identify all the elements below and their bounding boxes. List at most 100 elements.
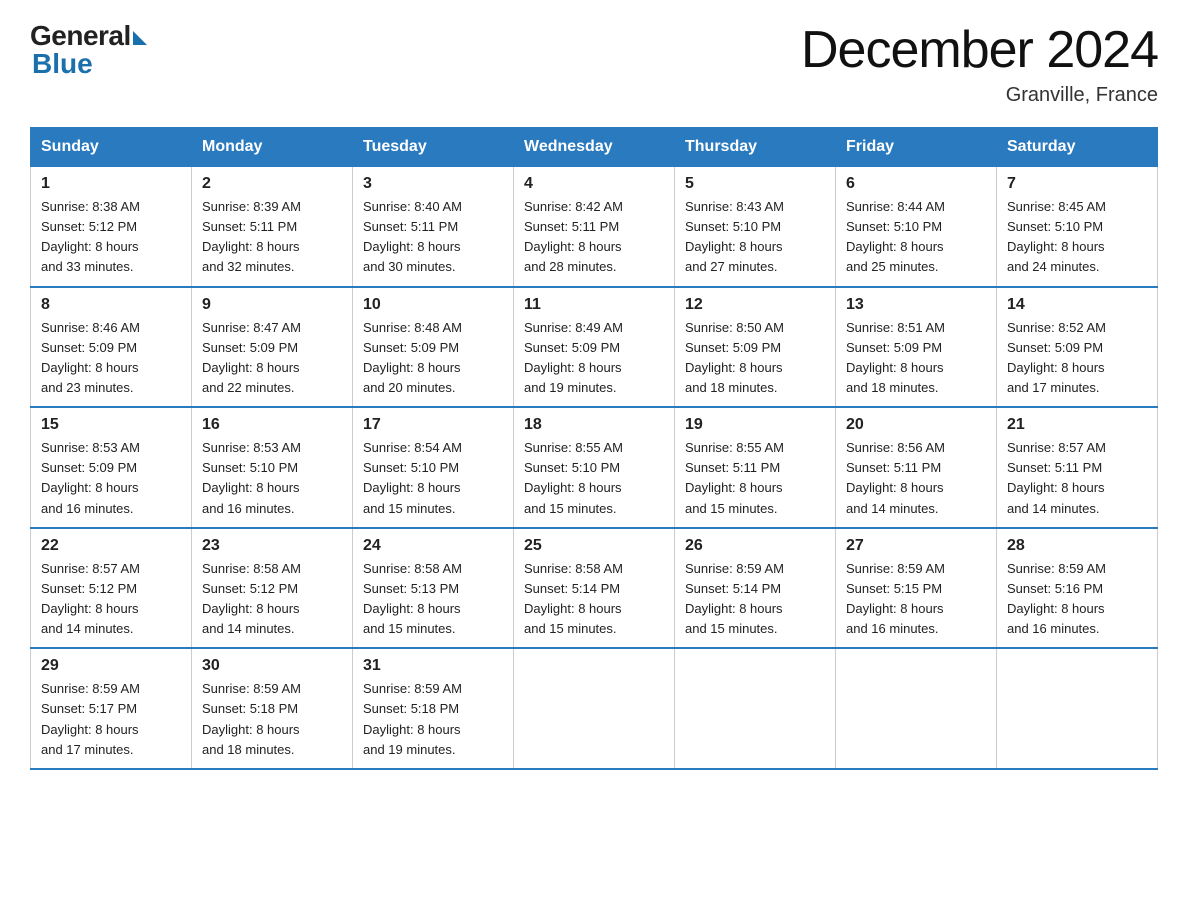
calendar-header-row: SundayMondayTuesdayWednesdayThursdayFrid… [31, 128, 1158, 167]
day-number: 24 [363, 537, 503, 555]
calendar-cell: 26 Sunrise: 8:59 AMSunset: 5:14 PMDaylig… [675, 528, 836, 649]
calendar-cell: 6 Sunrise: 8:44 AMSunset: 5:10 PMDayligh… [836, 167, 997, 287]
day-info: Sunrise: 8:54 AMSunset: 5:10 PMDaylight:… [363, 438, 503, 519]
calendar-cell: 30 Sunrise: 8:59 AMSunset: 5:18 PMDaylig… [192, 648, 353, 769]
logo-blue-text: Blue [32, 48, 93, 80]
day-number: 17 [363, 416, 503, 434]
header-friday: Friday [836, 128, 997, 167]
calendar-cell: 28 Sunrise: 8:59 AMSunset: 5:16 PMDaylig… [997, 528, 1158, 649]
day-info: Sunrise: 8:59 AMSunset: 5:18 PMDaylight:… [363, 679, 503, 760]
calendar-cell [836, 648, 997, 769]
day-number: 9 [202, 296, 342, 314]
day-number: 5 [685, 175, 825, 193]
calendar-cell: 31 Sunrise: 8:59 AMSunset: 5:18 PMDaylig… [353, 648, 514, 769]
calendar-cell: 18 Sunrise: 8:55 AMSunset: 5:10 PMDaylig… [514, 407, 675, 528]
calendar-cell: 17 Sunrise: 8:54 AMSunset: 5:10 PMDaylig… [353, 407, 514, 528]
day-number: 20 [846, 416, 986, 434]
calendar-cell [997, 648, 1158, 769]
calendar-cell: 12 Sunrise: 8:50 AMSunset: 5:09 PMDaylig… [675, 287, 836, 408]
day-info: Sunrise: 8:39 AMSunset: 5:11 PMDaylight:… [202, 197, 342, 278]
day-number: 10 [363, 296, 503, 314]
calendar-cell: 15 Sunrise: 8:53 AMSunset: 5:09 PMDaylig… [31, 407, 192, 528]
day-info: Sunrise: 8:46 AMSunset: 5:09 PMDaylight:… [41, 318, 181, 399]
day-number: 22 [41, 537, 181, 555]
calendar-cell: 7 Sunrise: 8:45 AMSunset: 5:10 PMDayligh… [997, 167, 1158, 287]
day-info: Sunrise: 8:42 AMSunset: 5:11 PMDaylight:… [524, 197, 664, 278]
calendar-cell: 21 Sunrise: 8:57 AMSunset: 5:11 PMDaylig… [997, 407, 1158, 528]
day-info: Sunrise: 8:51 AMSunset: 5:09 PMDaylight:… [846, 318, 986, 399]
day-number: 31 [363, 657, 503, 675]
header-thursday: Thursday [675, 128, 836, 167]
day-info: Sunrise: 8:59 AMSunset: 5:16 PMDaylight:… [1007, 559, 1147, 640]
day-info: Sunrise: 8:59 AMSunset: 5:15 PMDaylight:… [846, 559, 986, 640]
day-number: 3 [363, 175, 503, 193]
day-info: Sunrise: 8:59 AMSunset: 5:14 PMDaylight:… [685, 559, 825, 640]
day-info: Sunrise: 8:55 AMSunset: 5:10 PMDaylight:… [524, 438, 664, 519]
calendar-cell [514, 648, 675, 769]
header-saturday: Saturday [997, 128, 1158, 167]
day-number: 13 [846, 296, 986, 314]
title-area: December 2024 Granville, France [801, 20, 1158, 107]
day-number: 4 [524, 175, 664, 193]
day-number: 30 [202, 657, 342, 675]
day-number: 29 [41, 657, 181, 675]
calendar-cell: 13 Sunrise: 8:51 AMSunset: 5:09 PMDaylig… [836, 287, 997, 408]
day-info: Sunrise: 8:57 AMSunset: 5:12 PMDaylight:… [41, 559, 181, 640]
day-number: 28 [1007, 537, 1147, 555]
day-info: Sunrise: 8:59 AMSunset: 5:18 PMDaylight:… [202, 679, 342, 760]
day-info: Sunrise: 8:44 AMSunset: 5:10 PMDaylight:… [846, 197, 986, 278]
day-info: Sunrise: 8:55 AMSunset: 5:11 PMDaylight:… [685, 438, 825, 519]
calendar-cell: 4 Sunrise: 8:42 AMSunset: 5:11 PMDayligh… [514, 167, 675, 287]
calendar-cell: 10 Sunrise: 8:48 AMSunset: 5:09 PMDaylig… [353, 287, 514, 408]
calendar-cell: 22 Sunrise: 8:57 AMSunset: 5:12 PMDaylig… [31, 528, 192, 649]
day-number: 1 [41, 175, 181, 193]
day-number: 26 [685, 537, 825, 555]
day-number: 15 [41, 416, 181, 434]
calendar-week-row: 1 Sunrise: 8:38 AMSunset: 5:12 PMDayligh… [31, 167, 1158, 287]
calendar-cell: 11 Sunrise: 8:49 AMSunset: 5:09 PMDaylig… [514, 287, 675, 408]
calendar-table: SundayMondayTuesdayWednesdayThursdayFrid… [30, 127, 1158, 770]
day-number: 8 [41, 296, 181, 314]
day-number: 16 [202, 416, 342, 434]
calendar-cell: 5 Sunrise: 8:43 AMSunset: 5:10 PMDayligh… [675, 167, 836, 287]
calendar-cell: 8 Sunrise: 8:46 AMSunset: 5:09 PMDayligh… [31, 287, 192, 408]
location-label: Granville, France [801, 84, 1158, 107]
day-info: Sunrise: 8:57 AMSunset: 5:11 PMDaylight:… [1007, 438, 1147, 519]
calendar-cell: 14 Sunrise: 8:52 AMSunset: 5:09 PMDaylig… [997, 287, 1158, 408]
day-info: Sunrise: 8:56 AMSunset: 5:11 PMDaylight:… [846, 438, 986, 519]
header-sunday: Sunday [31, 128, 192, 167]
day-info: Sunrise: 8:40 AMSunset: 5:11 PMDaylight:… [363, 197, 503, 278]
calendar-week-row: 15 Sunrise: 8:53 AMSunset: 5:09 PMDaylig… [31, 407, 1158, 528]
day-number: 23 [202, 537, 342, 555]
logo: General Blue [30, 20, 147, 80]
day-number: 25 [524, 537, 664, 555]
calendar-cell: 23 Sunrise: 8:58 AMSunset: 5:12 PMDaylig… [192, 528, 353, 649]
header-tuesday: Tuesday [353, 128, 514, 167]
calendar-cell: 27 Sunrise: 8:59 AMSunset: 5:15 PMDaylig… [836, 528, 997, 649]
day-info: Sunrise: 8:52 AMSunset: 5:09 PMDaylight:… [1007, 318, 1147, 399]
calendar-cell: 24 Sunrise: 8:58 AMSunset: 5:13 PMDaylig… [353, 528, 514, 649]
month-title: December 2024 [801, 20, 1158, 80]
calendar-week-row: 8 Sunrise: 8:46 AMSunset: 5:09 PMDayligh… [31, 287, 1158, 408]
calendar-cell: 9 Sunrise: 8:47 AMSunset: 5:09 PMDayligh… [192, 287, 353, 408]
calendar-cell: 16 Sunrise: 8:53 AMSunset: 5:10 PMDaylig… [192, 407, 353, 528]
day-info: Sunrise: 8:38 AMSunset: 5:12 PMDaylight:… [41, 197, 181, 278]
day-info: Sunrise: 8:50 AMSunset: 5:09 PMDaylight:… [685, 318, 825, 399]
calendar-week-row: 22 Sunrise: 8:57 AMSunset: 5:12 PMDaylig… [31, 528, 1158, 649]
day-number: 18 [524, 416, 664, 434]
day-info: Sunrise: 8:45 AMSunset: 5:10 PMDaylight:… [1007, 197, 1147, 278]
day-info: Sunrise: 8:58 AMSunset: 5:13 PMDaylight:… [363, 559, 503, 640]
calendar-cell: 20 Sunrise: 8:56 AMSunset: 5:11 PMDaylig… [836, 407, 997, 528]
calendar-cell [675, 648, 836, 769]
calendar-week-row: 29 Sunrise: 8:59 AMSunset: 5:17 PMDaylig… [31, 648, 1158, 769]
day-info: Sunrise: 8:53 AMSunset: 5:09 PMDaylight:… [41, 438, 181, 519]
day-info: Sunrise: 8:49 AMSunset: 5:09 PMDaylight:… [524, 318, 664, 399]
calendar-cell: 29 Sunrise: 8:59 AMSunset: 5:17 PMDaylig… [31, 648, 192, 769]
calendar-cell: 2 Sunrise: 8:39 AMSunset: 5:11 PMDayligh… [192, 167, 353, 287]
calendar-cell: 3 Sunrise: 8:40 AMSunset: 5:11 PMDayligh… [353, 167, 514, 287]
logo-arrow-icon [133, 31, 147, 45]
day-number: 27 [846, 537, 986, 555]
day-number: 7 [1007, 175, 1147, 193]
day-info: Sunrise: 8:48 AMSunset: 5:09 PMDaylight:… [363, 318, 503, 399]
day-number: 6 [846, 175, 986, 193]
